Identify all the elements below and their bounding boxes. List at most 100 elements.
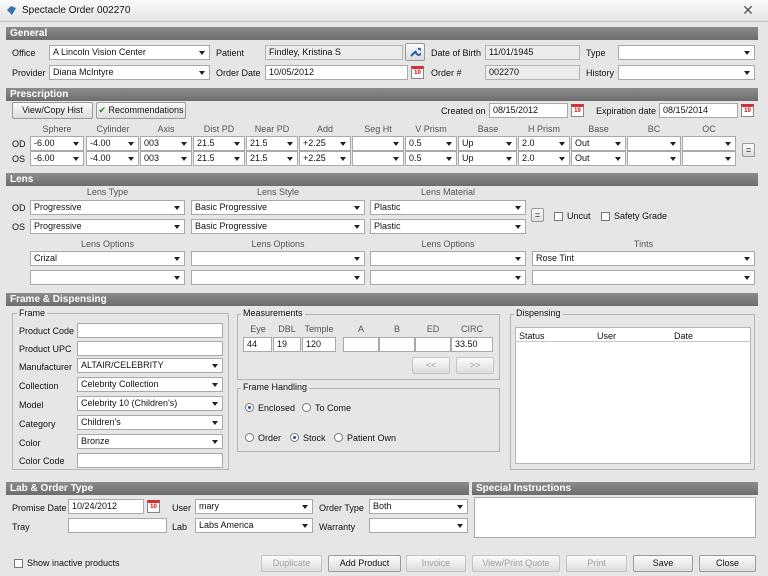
close-window-icon[interactable]: ✕ bbox=[740, 2, 756, 19]
lens-copy-equals-button[interactable]: = bbox=[531, 208, 544, 222]
lens-od-type[interactable]: Progressive bbox=[30, 200, 185, 215]
meas-eye-field[interactable]: 44 bbox=[243, 337, 272, 352]
rx-od-h-base[interactable]: Out bbox=[571, 136, 626, 151]
patient-search-button[interactable] bbox=[405, 43, 425, 61]
rx-od-cylinder[interactable]: -4.00 bbox=[86, 136, 139, 151]
lens-option-4[interactable] bbox=[30, 270, 185, 285]
patient-own-radio[interactable] bbox=[334, 433, 343, 442]
stock-radio[interactable] bbox=[290, 433, 299, 442]
promise-date-calendar-icon[interactable]: 10 bbox=[147, 500, 160, 513]
rx-od-bc[interactable] bbox=[627, 136, 681, 151]
tray-field[interactable] bbox=[68, 518, 167, 533]
category-dropdown[interactable]: Children's bbox=[77, 415, 223, 430]
meas-dbl-field[interactable]: 19 bbox=[273, 337, 301, 352]
close-button[interactable]: Close bbox=[699, 555, 756, 572]
print-button[interactable]: Print bbox=[566, 555, 627, 572]
meas-b-field[interactable] bbox=[379, 337, 415, 352]
order-radio[interactable] bbox=[245, 433, 254, 442]
meas-circ-field[interactable]: 33.50 bbox=[451, 337, 493, 352]
meas-a-field[interactable] bbox=[343, 337, 379, 352]
rx-od-axis[interactable]: 003 bbox=[140, 136, 192, 151]
enclosed-radio[interactable] bbox=[245, 403, 254, 412]
model-label: Model bbox=[19, 400, 44, 410]
rx-os-bc[interactable] bbox=[627, 151, 681, 166]
lens-option-1[interactable]: Crizal bbox=[30, 251, 185, 266]
office-dropdown[interactable]: A Lincoln Vision Center bbox=[49, 45, 210, 60]
collection-dropdown[interactable]: Celebrity Collection bbox=[77, 377, 223, 392]
rx-od-add[interactable]: +2.25 bbox=[299, 136, 351, 151]
lens-os-type[interactable]: Progressive bbox=[30, 219, 185, 234]
lens-os-style[interactable]: Basic Progressive bbox=[191, 219, 365, 234]
meas-prev-button[interactable]: << bbox=[412, 357, 450, 374]
promise-date-field[interactable]: 10/24/2012 bbox=[68, 499, 144, 514]
rx-od-seg-ht[interactable] bbox=[352, 136, 404, 151]
dispensing-table[interactable] bbox=[515, 327, 751, 464]
recommendations-button[interactable]: ✔ Recommendations bbox=[96, 102, 186, 119]
rx-os-axis[interactable]: 003 bbox=[140, 151, 192, 166]
color-dropdown[interactable]: Bronze bbox=[77, 434, 223, 449]
safety-grade-checkbox[interactable] bbox=[601, 212, 610, 221]
show-inactive-checkbox[interactable] bbox=[14, 559, 23, 568]
lens-os-material[interactable]: Plastic bbox=[370, 219, 526, 234]
rx-od-h-prism[interactable]: 2.0 bbox=[518, 136, 570, 151]
lens-header: Lens bbox=[6, 173, 758, 186]
rx-od-v-prism[interactable]: 0.5 bbox=[405, 136, 457, 151]
tint-1[interactable]: Rose Tint bbox=[532, 251, 755, 266]
tint-2[interactable] bbox=[532, 270, 755, 285]
rx-os-add[interactable]: +2.25 bbox=[299, 151, 351, 166]
order-date-field[interactable]: 10/05/2012 bbox=[265, 65, 408, 80]
rx-os-h-base[interactable]: Out bbox=[571, 151, 626, 166]
rx-od-sphere[interactable]: -6.00 bbox=[30, 136, 84, 151]
rx-os-v-base[interactable]: Up bbox=[458, 151, 517, 166]
meas-next-button[interactable]: >> bbox=[456, 357, 494, 374]
rx-os-seg-ht[interactable] bbox=[352, 151, 404, 166]
order-type-dropdown[interactable]: Both bbox=[369, 499, 468, 514]
product-code-field[interactable] bbox=[77, 323, 223, 338]
add-product-button[interactable]: Add Product bbox=[328, 555, 401, 572]
lens-option-3[interactable] bbox=[370, 251, 526, 266]
warranty-dropdown[interactable] bbox=[369, 518, 468, 533]
lens-od-material[interactable]: Plastic bbox=[370, 200, 526, 215]
lens-option-2[interactable] bbox=[191, 251, 365, 266]
lens-option-6[interactable] bbox=[370, 270, 526, 285]
rx-os-v-prism[interactable]: 0.5 bbox=[405, 151, 457, 166]
rx-os-sphere[interactable]: -6.00 bbox=[30, 151, 84, 166]
color-code-field[interactable] bbox=[77, 453, 223, 468]
model-dropdown[interactable]: Celebrity 10 (Children's) bbox=[77, 396, 223, 411]
provider-dropdown[interactable]: Diana McIntyre bbox=[49, 65, 210, 80]
lab-dropdown[interactable]: Labs America bbox=[195, 518, 313, 533]
lens-od-style[interactable]: Basic Progressive bbox=[191, 200, 365, 215]
type-dropdown[interactable] bbox=[618, 45, 755, 60]
rx-od-near-pd[interactable]: 21.5 bbox=[246, 136, 298, 151]
lens-option-5[interactable] bbox=[191, 270, 365, 285]
view-copy-hist-button[interactable]: View/Copy Hist bbox=[12, 102, 93, 119]
rx-od-dist-pd[interactable]: 21.5 bbox=[193, 136, 245, 151]
rx-os-oc[interactable] bbox=[682, 151, 736, 166]
uncut-checkbox[interactable] bbox=[554, 212, 563, 221]
duplicate-button[interactable]: Duplicate bbox=[261, 555, 322, 572]
rx-os-dist-pd[interactable]: 21.5 bbox=[193, 151, 245, 166]
expiration-calendar-icon[interactable]: 10 bbox=[741, 104, 754, 117]
to-come-radio[interactable] bbox=[302, 403, 311, 412]
special-instructions-textarea[interactable] bbox=[474, 497, 756, 538]
rx-copy-equals-button[interactable]: = bbox=[742, 143, 755, 157]
meas-temple-field[interactable]: 120 bbox=[302, 337, 336, 352]
rx-od-oc[interactable] bbox=[682, 136, 736, 151]
created-field[interactable]: 08/15/2012 bbox=[489, 103, 568, 118]
view-print-quote-button[interactable]: View/Print Quote bbox=[472, 555, 560, 572]
meas-ed-field[interactable] bbox=[415, 337, 451, 352]
rx-os-h-prism[interactable]: 2.0 bbox=[518, 151, 570, 166]
product-upc-field[interactable] bbox=[77, 341, 223, 356]
rx-od-v-base[interactable]: Up bbox=[458, 136, 517, 151]
order-date-calendar-icon[interactable]: 10 bbox=[411, 66, 424, 79]
save-button[interactable]: Save bbox=[633, 555, 693, 572]
manufacturer-dropdown[interactable]: ALTAIR/CELEBRITY bbox=[77, 358, 223, 373]
history-dropdown[interactable] bbox=[618, 65, 755, 80]
expiration-field[interactable]: 08/15/2014 bbox=[659, 103, 738, 118]
created-calendar-icon[interactable]: 10 bbox=[571, 104, 584, 117]
user-dropdown[interactable]: mary bbox=[195, 499, 313, 514]
rx-os-near-pd[interactable]: 21.5 bbox=[246, 151, 298, 166]
lab-order-header: Lab & Order Type bbox=[6, 482, 469, 495]
invoice-button[interactable]: Invoice bbox=[406, 555, 466, 572]
rx-os-cylinder[interactable]: -4.00 bbox=[86, 151, 139, 166]
